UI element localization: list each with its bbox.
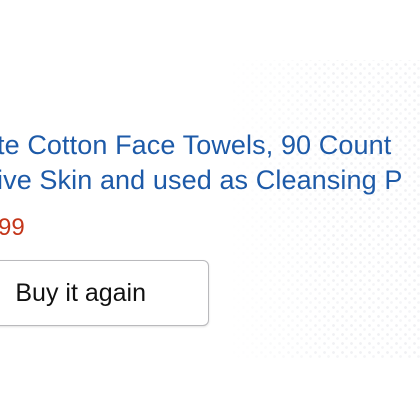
product-title-line-2: ive Skin and used as Cleansing P: [0, 165, 403, 195]
background-texture: [230, 60, 420, 360]
product-title-line-1: te Cotton Face Towels, 90 Count: [0, 130, 392, 160]
product-price: 99: [0, 214, 25, 241]
buy-it-again-label: Buy it again: [15, 278, 146, 307]
product-title-link[interactable]: te Cotton Face Towels, 90 Count ive Skin…: [0, 128, 420, 198]
buy-it-again-button[interactable]: Buy it again: [0, 260, 209, 326]
order-item-card: te Cotton Face Towels, 90 Count ive Skin…: [0, 0, 420, 420]
